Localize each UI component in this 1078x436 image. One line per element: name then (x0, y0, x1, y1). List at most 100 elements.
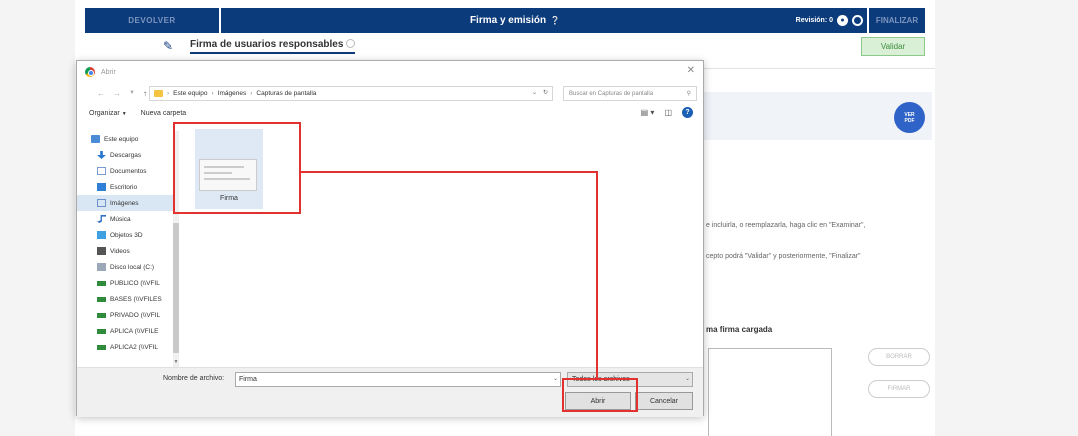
search-input[interactable]: Buscar en Capturas de pantalla ⚲ (563, 86, 697, 101)
download-icon (97, 151, 106, 159)
preview-pane-icon[interactable]: ◫ (664, 108, 672, 117)
network-drive-icon (97, 280, 106, 286)
firma-cargada-heading: ma firma cargada (706, 325, 773, 334)
sidebar-item-imagenes[interactable]: Imágenes (77, 195, 179, 211)
chevron-down-icon[interactable]: ⌄ (553, 375, 558, 382)
signature-preview (708, 348, 832, 436)
validar-button[interactable]: Validar (861, 37, 925, 56)
dialog-titlebar: Abrir ✕ (77, 61, 703, 83)
navigation-row: ← → ▼ ↑ › Este equipo › Imágenes › Captu… (77, 84, 703, 102)
search-icon[interactable]: ⚲ (687, 90, 691, 97)
breadcrumb-capturas[interactable]: Capturas de pantalla (256, 90, 316, 97)
sidebar-item-label: Videos (110, 247, 130, 255)
borrar-button[interactable]: BORRAR (868, 348, 930, 366)
section-bar: ✎ Firma de usuarios responsables (160, 36, 390, 56)
tab-firma-responsables[interactable]: Firma de usuarios responsables (190, 38, 356, 54)
scroll-down-icon[interactable]: ▼ (173, 359, 179, 367)
status-circle-icon (346, 39, 356, 49)
network-drive-icon (97, 328, 106, 334)
scrollbar-thumb[interactable] (173, 223, 179, 353)
search-placeholder: Buscar en Capturas de pantalla (569, 90, 654, 97)
finalizar-button[interactable]: FINALIZAR (867, 8, 925, 33)
view-options-icon[interactable]: ▤ ▾ (641, 108, 655, 117)
annotation-line (596, 171, 598, 379)
user-icon[interactable]: ● (837, 15, 848, 26)
breadcrumb-separator-icon: › (211, 90, 214, 97)
chevron-down-icon[interactable]: ⌄ (685, 375, 690, 382)
cancel-button[interactable]: Cancelar (635, 392, 693, 410)
dialog-title: Abrir (101, 68, 116, 76)
breadcrumb-este-equipo[interactable]: Este equipo (173, 90, 207, 97)
toolbar-right: ▤ ▾ ◫ ? (641, 107, 693, 118)
sidebar-item-bases[interactable]: BASES (\\VFILES (77, 291, 179, 307)
sidebar-item-escritorio[interactable]: Escritorio (77, 179, 179, 195)
pencil-icon[interactable]: ✎ (160, 38, 176, 54)
forward-arrow-icon[interactable]: → (113, 89, 121, 98)
devolver-button[interactable]: DEVOLVER (85, 8, 221, 33)
history-icon[interactable] (852, 15, 863, 26)
address-dropdown-icon[interactable]: ⌄ (532, 89, 537, 96)
filename-label: Nombre de archivo: (163, 375, 225, 382)
breadcrumb-separator-icon: › (167, 90, 170, 97)
top-bar: DEVOLVER Firma y emisión ❔ Revisión: 0 ●… (85, 8, 925, 33)
sidebar-item-label: Música (110, 215, 131, 223)
instruction-text-2: cepto podrá "Validar" y posteriormente, … (706, 253, 861, 260)
sidebar-item-label: Descargas (110, 151, 142, 159)
network-drive-icon (97, 296, 106, 302)
new-folder-button[interactable]: Nueva carpeta (141, 110, 187, 117)
desktop-icon (97, 183, 106, 191)
music-icon (97, 215, 106, 223)
sidebar-item-videos[interactable]: Videos (77, 243, 179, 259)
close-icon[interactable]: ✕ (687, 65, 695, 76)
revision-indicator: Revisión: 0 ● (796, 8, 863, 33)
recent-chevron-icon[interactable]: ▼ (129, 90, 135, 96)
filename-value: Firma (239, 376, 257, 383)
sidebar-item-musica[interactable]: Música (77, 211, 179, 227)
tab-label: Firma de usuarios responsables (190, 38, 344, 50)
organize-menu[interactable]: Organizar ▼ (89, 110, 127, 117)
images-icon (97, 199, 106, 207)
disk-icon (97, 263, 106, 271)
sidebar-item-disco-local[interactable]: Disco local (C:) (77, 259, 179, 275)
sidebar-item-label: BASES (\\VFILES (110, 295, 162, 303)
organize-label: Organizar (89, 109, 120, 117)
filename-input[interactable]: Firma ⌄ (235, 372, 561, 387)
chrome-icon (85, 67, 95, 77)
3d-objects-icon (97, 231, 106, 239)
sidebar-item-descargas[interactable]: Descargas (77, 147, 179, 163)
sidebar-item-aplica[interactable]: APLICA (\\VFILE (77, 323, 179, 339)
ver-pdf-button[interactable]: VER PDF (894, 102, 925, 133)
sidebar-item-label: APLICA2 (\\VFIL (110, 343, 159, 351)
refresh-icon[interactable]: ↻ (543, 89, 548, 96)
breadcrumb-separator-icon: › (250, 90, 253, 97)
help-icon[interactable]: ? (682, 107, 693, 118)
sidebar-item-aplica2[interactable]: APLICA2 (\\VFIL (77, 339, 179, 355)
network-drive-icon (97, 344, 106, 350)
help-icon[interactable]: ❔ (550, 16, 560, 25)
sidebar-item-label: Imágenes (110, 199, 139, 207)
sidebar-item-objetos-3d[interactable]: Objetos 3D (77, 227, 179, 243)
up-arrow-icon[interactable]: ↑ (143, 89, 147, 98)
computer-icon (91, 135, 100, 143)
sidebar-item-documentos[interactable]: Documentos (77, 163, 179, 179)
sidebar-item-label: PUBLICO (\\VFIL (110, 279, 160, 287)
navigation-pane: Este equipo Descargas Documentos Escrito… (77, 131, 179, 367)
sidebar-item-privado[interactable]: PRIVADO (\\VFIL (77, 307, 179, 323)
address-bar[interactable]: › Este equipo › Imágenes › Capturas de p… (149, 86, 553, 101)
firmar-button[interactable]: FIRMAR (868, 380, 930, 398)
sidebar-item-este-equipo[interactable]: Este equipo (77, 131, 179, 147)
sidebar-item-label: Documentos (110, 167, 147, 175)
sidebar-item-label: Escritorio (110, 183, 138, 191)
annotation-line (301, 171, 598, 173)
sidebar-item-label: APLICA (\\VFILE (110, 327, 159, 335)
breadcrumb-imagenes[interactable]: Imágenes (218, 90, 247, 97)
document-icon (97, 167, 106, 175)
revision-label: Revisión: 0 (795, 17, 833, 24)
page-title-text: Firma y emisión (469, 15, 547, 26)
back-arrow-icon[interactable]: ← (97, 89, 105, 98)
sidebar-item-label: Este equipo (104, 135, 139, 143)
sidebar-item-publico[interactable]: PUBLICO (\\VFIL (77, 275, 179, 291)
sidebar-item-label: Objetos 3D (110, 231, 143, 239)
instruction-text-1: e incluirla, o reemplazarla, haga clic e… (706, 222, 866, 229)
page-title: Firma y emisión ❔ (385, 8, 645, 33)
